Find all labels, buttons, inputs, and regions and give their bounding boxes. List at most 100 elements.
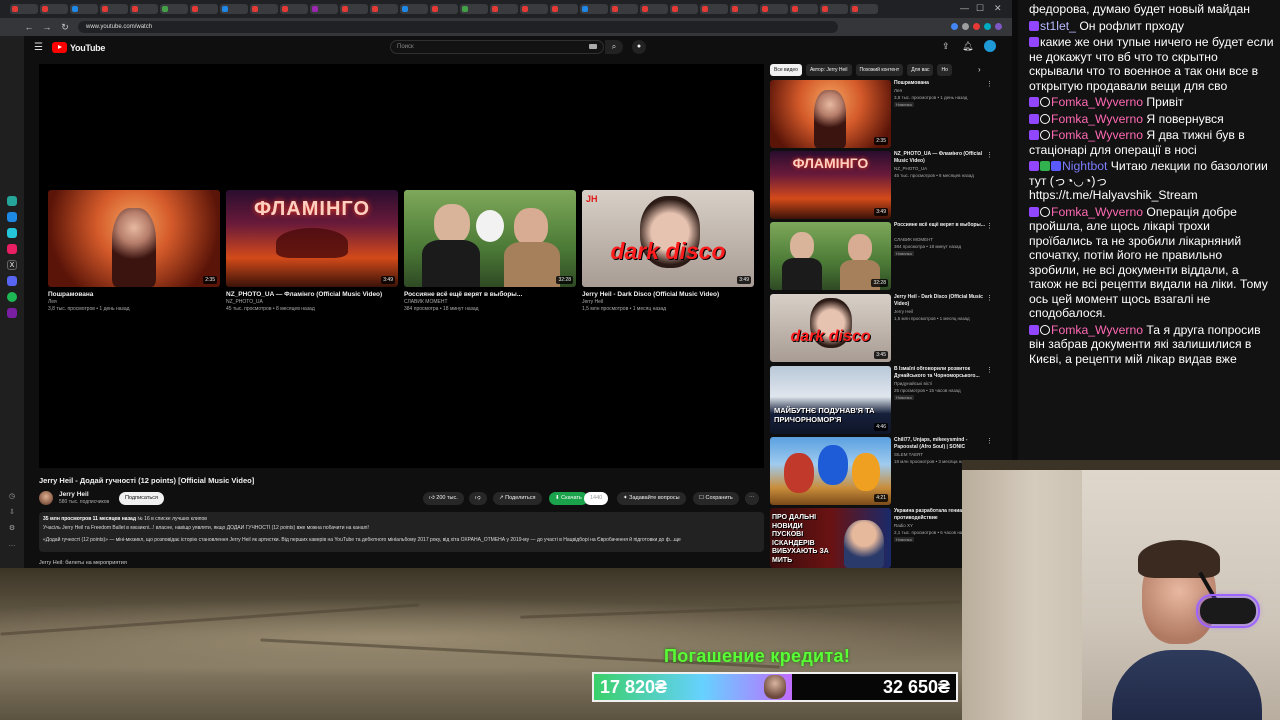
recommendation-item[interactable]: МАЙБУТНЄ ПОДУНАВ'Я ТА ПРИЧОРНОМОР'Я 4:46…: [770, 366, 1000, 434]
settings-icon[interactable]: ⚙: [7, 524, 17, 534]
chat-username[interactable]: Nightbot: [1062, 159, 1107, 173]
recommendation-item[interactable]: dark disco 3:45 Jerry Heil - Dark Disco …: [770, 294, 1000, 362]
browser-tab[interactable]: [790, 4, 818, 14]
chat-username[interactable]: Fomka_Wyverno: [1051, 323, 1143, 337]
tickets-link[interactable]: Jerry Heil: билеты на мероприятия: [39, 560, 127, 566]
upload-icon[interactable]: ⇪: [942, 41, 950, 52]
rec-channel[interactable]: SILEM TAERT: [894, 452, 923, 457]
browser-tab[interactable]: [160, 4, 188, 14]
rec-channel[interactable]: Jerry Heil: [894, 309, 913, 314]
more-actions-icon[interactable]: ⋯: [745, 492, 759, 505]
recommendation-item[interactable]: 32:28 Россияне всё ещё верят в выборы...…: [770, 222, 1000, 290]
description-box[interactable]: 35 млн просмотров 11 месяцев назад № 16 …: [39, 512, 764, 552]
account-avatar[interactable]: [984, 40, 996, 52]
messenger-icon[interactable]: [7, 212, 17, 222]
endcard[interactable]: 32:28 Россияне всё ещё верят в выборы...…: [404, 190, 576, 312]
extension-icon[interactable]: [951, 23, 958, 30]
spotify-icon[interactable]: [7, 292, 17, 302]
browser-tab[interactable]: [280, 4, 308, 14]
rec-channel[interactable]: Придунайські вісті: [894, 381, 932, 386]
chip-for-you[interactable]: Для вас: [907, 64, 934, 76]
search-button[interactable]: ⌕: [605, 40, 623, 54]
recommendation-item[interactable]: 2:35 Пошрамована Лея 3,8 тыс. просмотров…: [770, 80, 1000, 148]
close-icon[interactable]: ✕: [994, 3, 1002, 14]
history-icon[interactable]: ◷: [7, 492, 17, 502]
browser-tab[interactable]: [100, 4, 128, 14]
reload-icon[interactable]: ↻: [60, 22, 70, 33]
ask-button[interactable]: ✦ Задавайте вопросы: [617, 492, 686, 505]
chart-rank[interactable]: № 16 в списке лучших клипов: [137, 516, 206, 522]
browser-tab[interactable]: [670, 4, 698, 14]
rec-channel[interactable]: Лея: [894, 88, 902, 93]
endcard[interactable]: dark disco JH 3:49 Jerry Heil - Dark Dis…: [582, 190, 754, 312]
subscribe-button[interactable]: Подписаться: [119, 492, 164, 505]
telegram-icon[interactable]: [7, 228, 17, 238]
endcard-title[interactable]: Jerry Heil - Dark Disco (Official Music …: [582, 291, 754, 298]
more-vert-icon[interactable]: ⋮: [986, 294, 993, 302]
endcard-thumbnail[interactable]: dark disco JH 3:49: [582, 190, 754, 287]
browser-tab[interactable]: [460, 4, 488, 14]
more-vert-icon[interactable]: ⋮: [986, 366, 993, 374]
more-vert-icon[interactable]: ⋮: [986, 151, 993, 159]
notifications-icon[interactable]: 🔔︎: [962, 41, 973, 52]
chip-author[interactable]: Автор: Jerry Heil: [805, 64, 852, 76]
endcard[interactable]: ФЛАМІНГО 3:49 NZ_PHOTO_UA — Фламінго (Of…: [226, 190, 398, 312]
instagram-icon[interactable]: [7, 244, 17, 254]
youtube-logo[interactable]: YouTube: [52, 42, 105, 53]
rec-thumbnail[interactable]: ПРО ДАЛЬНІ НОВИДИ ПУСКОВІ ІСКАНДЕРІВ ВИБ…: [770, 508, 891, 568]
browser-tab[interactable]: [550, 4, 578, 14]
rec-channel[interactable]: NZ_PHOTO_UA: [894, 166, 927, 171]
chip-new[interactable]: Но: [937, 64, 952, 76]
rec-thumbnail[interactable]: 32:28: [770, 222, 891, 290]
endcard-thumbnail[interactable]: 2:35: [48, 190, 220, 287]
more-vert-icon[interactable]: ⋮: [986, 222, 993, 230]
download-button[interactable]: ⬇ Скачать: [549, 492, 588, 505]
browser-tab[interactable]: [490, 4, 518, 14]
minimize-icon[interactable]: —: [960, 3, 969, 13]
recommendation-item[interactable]: ФЛАМІНГО 3:49 NZ_PHOTO_UA — Фламінго (Of…: [770, 151, 1000, 219]
sidebar-app-icon[interactable]: [7, 196, 17, 206]
discord-icon[interactable]: [7, 276, 17, 286]
forward-icon[interactable]: →: [42, 22, 52, 32]
channel-name[interactable]: Jerry Heil: [59, 491, 89, 498]
chevron-right-icon[interactable]: ›: [978, 65, 981, 74]
back-icon[interactable]: ←: [24, 22, 34, 32]
browser-tab[interactable]: [700, 4, 728, 14]
dislike-button[interactable]: 👎︎: [469, 492, 487, 505]
browser-tab[interactable]: [220, 4, 248, 14]
browser-tab[interactable]: [430, 4, 458, 14]
rec-channel[interactable]: СЛАВИК МОМЕНТ: [894, 237, 933, 242]
browser-tab[interactable]: [130, 4, 158, 14]
rec-thumbnail[interactable]: dark disco 3:45: [770, 294, 891, 362]
browser-tab[interactable]: [640, 4, 668, 14]
browser-tab[interactable]: [40, 4, 68, 14]
browser-tab[interactable]: [820, 4, 848, 14]
browser-tab[interactable]: [10, 4, 38, 14]
browser-tab[interactable]: [520, 4, 548, 14]
rec-thumbnail[interactable]: 4:21: [770, 437, 891, 505]
keyboard-icon[interactable]: [589, 44, 597, 49]
endcard-title[interactable]: NZ_PHOTO_UA — Фламінго (Official Music V…: [226, 291, 398, 298]
share-button[interactable]: ↗ Поделиться: [493, 492, 542, 505]
browser-tab[interactable]: [850, 4, 878, 14]
chat-username[interactable]: st1let_: [1040, 19, 1076, 33]
more-vert-icon[interactable]: ⋮: [986, 80, 993, 88]
endcard-thumbnail[interactable]: ФЛАМІНГО 3:49: [226, 190, 398, 287]
chat-username[interactable]: Fomka_Wyverno: [1051, 128, 1143, 142]
profile-icon[interactable]: [995, 23, 1002, 30]
like-button[interactable]: 👍︎ 200 тыс.: [423, 492, 464, 505]
video-player[interactable]: 2:35 Пошрамована Лея 3,8 тыс. просмотров…: [39, 64, 764, 468]
maximize-icon[interactable]: ☐: [976, 3, 984, 14]
extension-icon[interactable]: [973, 23, 980, 30]
browser-tab[interactable]: [370, 4, 398, 14]
browser-tab[interactable]: [580, 4, 608, 14]
mic-icon[interactable]: ●: [632, 40, 646, 54]
chat-username[interactable]: Fomka_Wyverno: [1051, 112, 1143, 126]
channel-avatar[interactable]: [39, 491, 53, 505]
browser-tab[interactable]: [730, 4, 758, 14]
browser-tab[interactable]: [760, 4, 788, 14]
search-input[interactable]: Поиск: [390, 40, 604, 54]
rec-thumbnail[interactable]: ФЛАМІНГО 3:49: [770, 151, 891, 219]
chat-username[interactable]: Fomka_Wyverno: [1051, 205, 1143, 219]
endcard-title[interactable]: Россияне всё ещё верят в выборы...: [404, 291, 576, 298]
